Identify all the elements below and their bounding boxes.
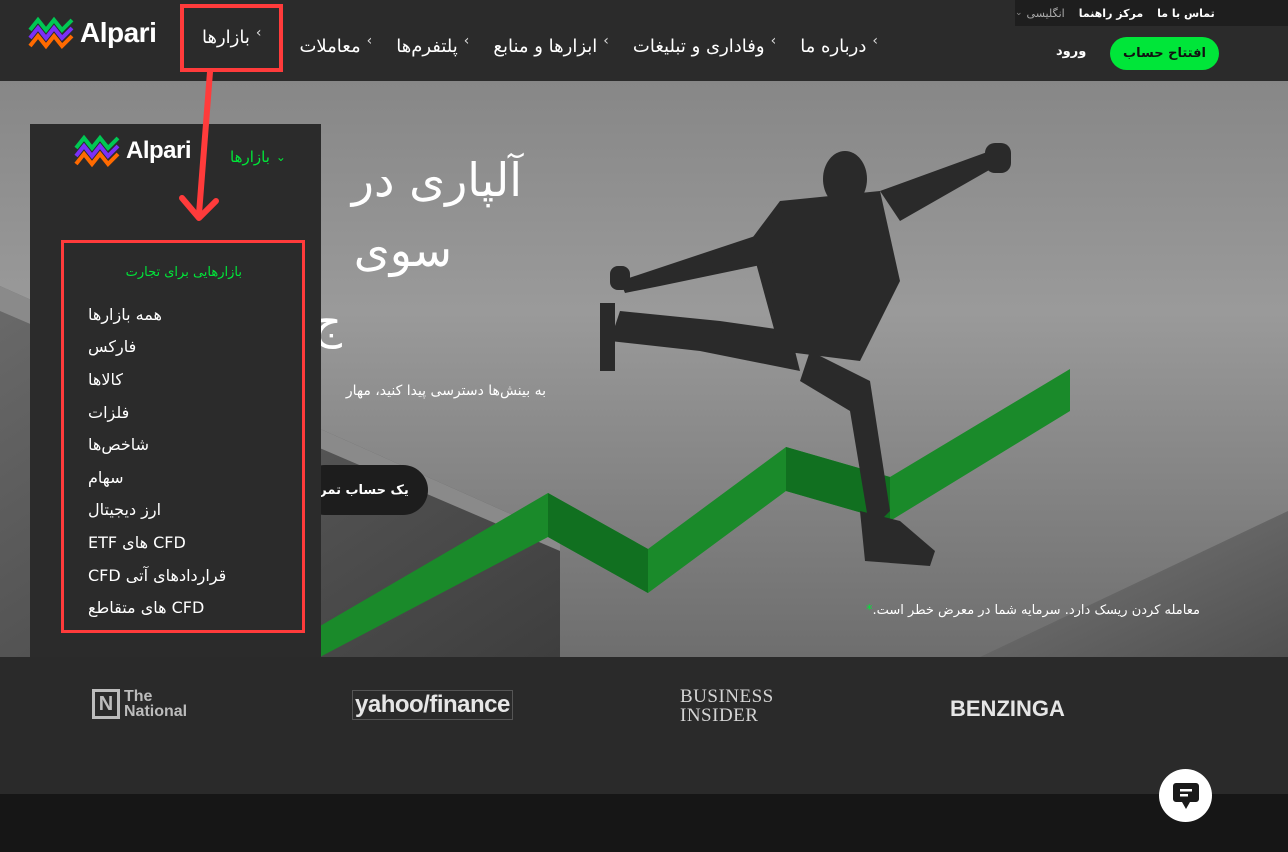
business-insider-line-1: BUSINESS <box>680 686 774 707</box>
help-center-link[interactable]: مرکز راهنما <box>1079 7 1143 20</box>
chat-bubble-icon <box>1172 782 1199 809</box>
runner-figure <box>600 143 1011 566</box>
risk-warning-text: معامله کردن ریسک دارد. سرمایه شما در معر… <box>872 603 1200 618</box>
list-item-label: فارکس <box>88 337 137 357</box>
contact-us-link[interactable]: تماس با ما <box>1157 7 1215 20</box>
the-national-line-1: The <box>124 688 153 705</box>
business-insider-logo: BUSINESS INSIDER <box>680 687 774 725</box>
login-link[interactable]: ورود <box>1056 44 1086 59</box>
chevron-down-icon: ⌄ <box>1015 8 1023 18</box>
nav-item-trading[interactable]: معاملات ‹ <box>287 26 384 66</box>
markets-item-metals[interactable]: فلزات <box>61 396 302 429</box>
nav-item-label: درباره ما <box>800 35 867 57</box>
alpari-logo-text: Alpari <box>80 17 157 48</box>
list-item-label: CFD های ETF <box>88 532 186 552</box>
the-national-logo: N The National <box>92 688 188 720</box>
markets-item-forex[interactable]: فارکس <box>61 331 302 364</box>
markets-dropdown-panel: Alpari بازارها ⌄ بازارهایی برای تجارت هم… <box>30 124 321 657</box>
list-item-label: ارز دیجیتال <box>88 500 162 520</box>
markets-item-etf-cfds[interactable]: CFD های ETF <box>61 526 302 559</box>
markets-item-futures-cfds[interactable]: قراردادهای آتی CFD <box>61 559 302 592</box>
page-footer <box>0 794 1288 852</box>
nav-item-label: معاملات <box>299 35 361 57</box>
nav-item-tools-resources[interactable]: ابزارها و منابع ‹ <box>481 26 621 66</box>
markets-item-cross-cfds[interactable]: CFD های متقاطع <box>61 591 302 624</box>
markets-item-stocks[interactable]: سهام <box>61 461 302 494</box>
list-item-label: کالاها <box>88 369 123 389</box>
page: آلپاری در سوی ج به بینش‌ها دسترسی پیدا ک… <box>0 0 1288 852</box>
chevron-left-icon: ‹ <box>463 33 470 49</box>
list-item-label: CFD های متقاطع <box>88 598 205 618</box>
risk-warning: معامله کردن ریسک دارد. سرمایه شما در معر… <box>866 603 1200 618</box>
language-label: انگلیسی <box>1026 6 1065 20</box>
open-account-button[interactable]: افتتاح حساب <box>1110 37 1219 70</box>
markets-dropdown-toggle-label: بازارها <box>230 148 270 166</box>
hero-title-line-1: آلپاری در <box>351 153 522 207</box>
chevron-down-icon: ⌄ <box>275 150 286 164</box>
language-selector[interactable]: انگلیسی ⌄ <box>1015 7 1065 20</box>
markets-list: همه بازارها فارکس کالاها فلزات شاخص‌ها س… <box>61 298 302 624</box>
nav-item-label: وفاداری و تبلیغات <box>632 35 765 57</box>
markets-list-highlight: بازارهایی برای تجارت همه بازارها فارکس ک… <box>61 240 305 633</box>
nav-item-markets[interactable]: بازارها ‹ <box>180 3 284 72</box>
utility-bar: تماس با ما مرکز راهنما انگلیسی ⌄ <box>1015 0 1288 26</box>
markets-item-crypto[interactable]: ارز دیجیتال <box>61 494 302 527</box>
list-item-label: همه بازارها <box>88 304 162 324</box>
chevron-left-icon: ‹ <box>366 33 373 49</box>
benzinga-logo: BENZINGA <box>950 696 1065 721</box>
the-national-mark: N <box>92 689 120 719</box>
list-item-label: شاخص‌ها <box>88 435 150 455</box>
alpari-logo-text: Alpari <box>126 137 192 164</box>
list-item-label: فلزات <box>88 402 130 422</box>
nav-item-platforms[interactable]: پلتفرم‌ها ‹ <box>384 26 481 66</box>
nav-item-label: بازارها <box>202 27 250 48</box>
alpari-logo-mark-icon <box>74 134 120 168</box>
main-nav: بازارها ‹ معاملات ‹ پلتفرم‌ها ‹ ابزارها … <box>180 3 890 72</box>
business-insider-line-2: INSIDER <box>680 705 759 726</box>
yahoo-finance-logo: yahoo/finance <box>352 690 513 720</box>
list-item-label: سهام <box>88 467 124 487</box>
markets-item-all[interactable]: همه بازارها <box>61 298 302 331</box>
list-item-label: قراردادهای آتی CFD <box>88 565 227 585</box>
the-national-line-2: National <box>124 703 188 720</box>
hero-subtitle: به بینش‌ها دسترسی پیدا کنید، مهار <box>345 383 546 399</box>
chevron-left-icon: ‹ <box>603 33 609 49</box>
hero-title-line-2: سوی <box>353 223 452 277</box>
nav-item-loyalty-promotions[interactable]: وفاداری و تبلیغات ‹ <box>621 26 788 66</box>
nav-item-label: ابزارها و منابع <box>493 35 598 57</box>
markets-item-commodities[interactable]: کالاها <box>61 363 302 396</box>
alpari-logo-mark-icon <box>28 16 74 50</box>
chevron-left-icon: ‹ <box>770 33 777 49</box>
dropdown-alpari-logo[interactable]: Alpari <box>74 134 192 168</box>
chevron-left-icon: ‹ <box>872 33 878 49</box>
nav-item-label: پلتفرم‌ها <box>396 35 458 57</box>
press-logos-strip: N The National yahoo/finance BUSINESS IN… <box>0 657 1288 794</box>
markets-list-heading: بازارهایی برای تجارت <box>125 265 242 280</box>
chat-button[interactable] <box>1159 769 1212 822</box>
chevron-left-icon: ‹ <box>255 24 262 41</box>
markets-item-indices[interactable]: شاخص‌ها <box>61 428 302 461</box>
nav-item-about-us[interactable]: درباره ما ‹ <box>788 26 890 66</box>
alpari-logo[interactable]: Alpari <box>28 16 157 50</box>
markets-dropdown-toggle[interactable]: بازارها ⌄ <box>230 148 286 166</box>
